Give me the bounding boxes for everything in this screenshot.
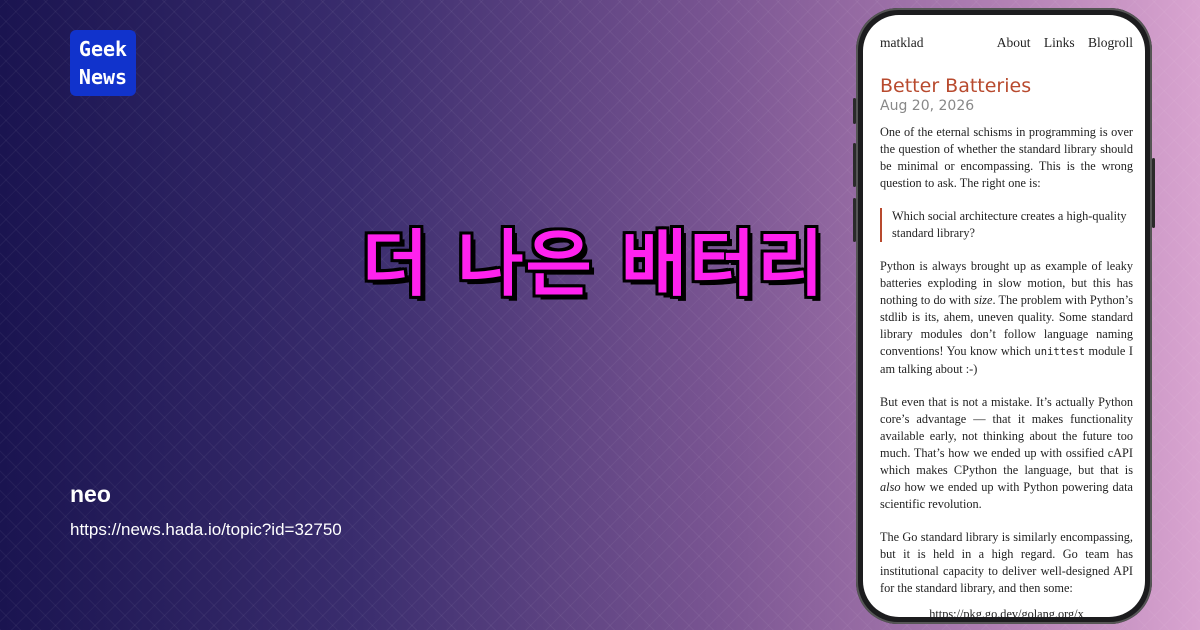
phone-screen: matklad About Links Blogroll Better Batt… [863, 15, 1145, 617]
nav-links-link[interactable]: Links [1044, 35, 1075, 50]
topic-url: https://news.hada.io/topic?id=32750 [70, 520, 342, 539]
pkg-go-dev-link[interactable]: https://pkg.go.dev/golang.org/x [880, 607, 1133, 617]
blog-nav: matklad About Links Blogroll [880, 35, 1133, 57]
paragraph-3-text-b: how we ended up with Python powering dat… [880, 480, 1133, 511]
phone-mockup: matklad About Links Blogroll Better Batt… [853, 8, 1155, 624]
blockquote: Which social architecture creates a high… [880, 208, 1133, 242]
paragraph-4: The Go standard library is similarly enc… [880, 530, 1133, 595]
inline-code-unittest: unittest [1034, 346, 1085, 358]
phone-side-button [853, 98, 856, 124]
nav-blogroll-link[interactable]: Blogroll [1088, 35, 1133, 50]
blog-site-name[interactable]: matklad [880, 35, 924, 57]
post-date: Aug 20, 2026 [880, 98, 975, 114]
paragraph-3-text-a: But even that is not a mistake. It’s act… [880, 395, 1133, 477]
logo-line-2: News [78, 65, 128, 89]
headline: 더 나은 배터리 [362, 222, 826, 306]
logo-line-1: Geek [78, 37, 128, 61]
phone-volume-down-button [853, 198, 856, 242]
post-title: Better Batteries [880, 75, 1032, 97]
paragraph-3-emphasis: also [880, 480, 901, 494]
paragraph-3: But even that is not a mistake. It’s act… [880, 394, 1133, 513]
author-name: neo [70, 481, 111, 507]
nav-about-link[interactable]: About [997, 35, 1031, 50]
paragraph-2-emphasis: size [973, 293, 993, 307]
blog-nav-links: About Links Blogroll [987, 35, 1133, 57]
geeknews-logo: Geek News [70, 30, 136, 96]
phone-volume-up-button [853, 143, 856, 187]
paragraph-2: Python is always brought up as example o… [880, 258, 1133, 378]
paragraph-1: One of the eternal schisms in programmin… [880, 125, 1133, 190]
phone-power-button [1152, 158, 1155, 228]
